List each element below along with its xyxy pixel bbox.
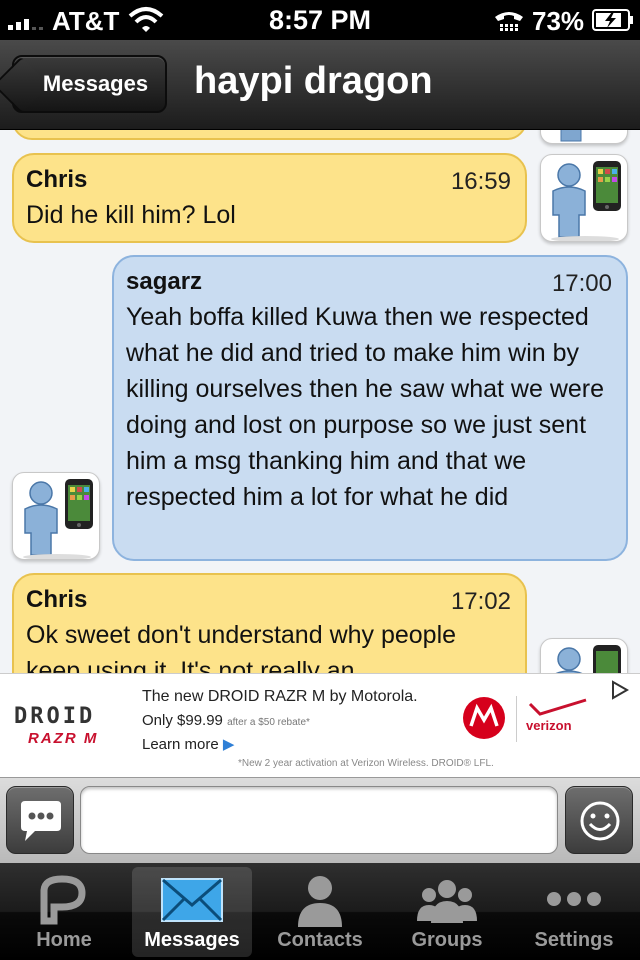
- battery-percent: 73%: [532, 6, 585, 36]
- ad-fine-print: *New 2 year activation at Verizon Wirele…: [238, 758, 494, 769]
- message-text: Did he kill him? Lol: [26, 201, 236, 229]
- message-bubble-outgoing[interactable]: sagarz 17:00 Yeah boffa killed Kuwa then…: [112, 255, 628, 561]
- user-avatar[interactable]: [12, 472, 100, 560]
- tab-groups[interactable]: Groups: [387, 867, 507, 957]
- ad-learn-more-text: Learn more: [142, 736, 219, 753]
- message-bubble-previous: [12, 130, 527, 140]
- tab-label: Settings: [534, 929, 614, 951]
- emoji-button[interactable]: [565, 786, 633, 854]
- message-time: 17:02: [450, 588, 511, 615]
- person-with-phone-icon: [551, 161, 621, 241]
- message-time: 16:59: [450, 168, 511, 195]
- person-with-phone-icon: [23, 479, 93, 559]
- tab-label: Home: [36, 929, 92, 951]
- tab-label: Contacts: [277, 929, 363, 951]
- more-dots-icon: [547, 892, 601, 906]
- message-bubble-incoming[interactable]: Chris 17:02 Ok sweet don't understand wh…: [12, 573, 527, 673]
- ad-brand-logo: DROID: [14, 704, 96, 729]
- ad-headline: The new DROID RAZR M by Motorola.: [142, 688, 418, 705]
- back-button[interactable]: Messages: [12, 55, 167, 113]
- tab-home[interactable]: Home: [4, 867, 124, 957]
- message-input[interactable]: [80, 786, 558, 854]
- status-bar: AT&T 8:57 PM 73%: [0, 0, 640, 40]
- ad-brand-sub: RAZR M: [28, 730, 99, 747]
- message-bubble-incoming[interactable]: Chris 16:59 Did he kill him? Lol: [12, 153, 527, 243]
- play-arrow-icon: ▶: [222, 736, 235, 753]
- conversation-title: haypi dragon: [194, 60, 433, 102]
- message-sender: sagarz: [126, 268, 203, 295]
- message-sender: Chris: [26, 166, 88, 193]
- message-text: Yeah boffa killed Kuwa then we respected…: [126, 303, 605, 511]
- person-icon: [298, 876, 342, 927]
- contact-avatar[interactable]: [540, 154, 628, 242]
- battery-icon: [592, 9, 633, 31]
- person-with-phone-icon: [560, 130, 582, 142]
- tty-icon: [495, 12, 523, 31]
- contact-avatar[interactable]: [540, 638, 628, 673]
- ad-divider: [516, 696, 517, 742]
- avatar: [540, 130, 628, 144]
- tab-messages[interactable]: Messages: [132, 867, 252, 957]
- message-text: Ok sweet don't understand why people kee…: [26, 621, 457, 673]
- ad-price: Only $99.99 after a $50 rebate*: [142, 712, 310, 729]
- ad-carrier-logo: verizon: [526, 718, 572, 733]
- person-with-phone-icon: [555, 645, 621, 673]
- ad-rebate: after a $50 rebate*: [227, 717, 310, 728]
- group-icon: [417, 880, 477, 923]
- compose-bar: [0, 777, 640, 863]
- tab-settings[interactable]: Settings: [514, 867, 634, 957]
- navigation-bar: Messages haypi dragon: [0, 40, 640, 130]
- back-button-label: Messages: [42, 71, 149, 96]
- verizon-check-icon: [528, 698, 587, 716]
- tab-label: Groups: [411, 929, 483, 951]
- ad-choices-icon[interactable]: [610, 680, 630, 700]
- tab-contacts[interactable]: Contacts: [260, 867, 380, 957]
- ad-price-text: Only $99.99: [142, 712, 223, 729]
- smiley-icon: [580, 801, 620, 841]
- pinger-home-icon: [40, 875, 86, 925]
- tab-bar: Home Messages Contacts Groups Settings: [0, 863, 640, 960]
- ad-learn-more-link[interactable]: Learn more ▶: [142, 735, 234, 753]
- message-sender: Chris: [26, 586, 88, 613]
- motorola-logo-icon: [463, 697, 505, 739]
- ad-banner[interactable]: DROID RAZR M The new DROID RAZR M by Mot…: [0, 673, 640, 777]
- tab-label: Messages: [144, 929, 240, 951]
- speech-bubble-icon: [21, 801, 61, 841]
- message-time: 17:00: [551, 270, 612, 297]
- quick-reply-button[interactable]: [6, 786, 74, 854]
- envelope-icon: [161, 878, 223, 922]
- conversation-thread[interactable]: Chris 16:59 Did he kill him? Lol sagarz …: [0, 130, 640, 673]
